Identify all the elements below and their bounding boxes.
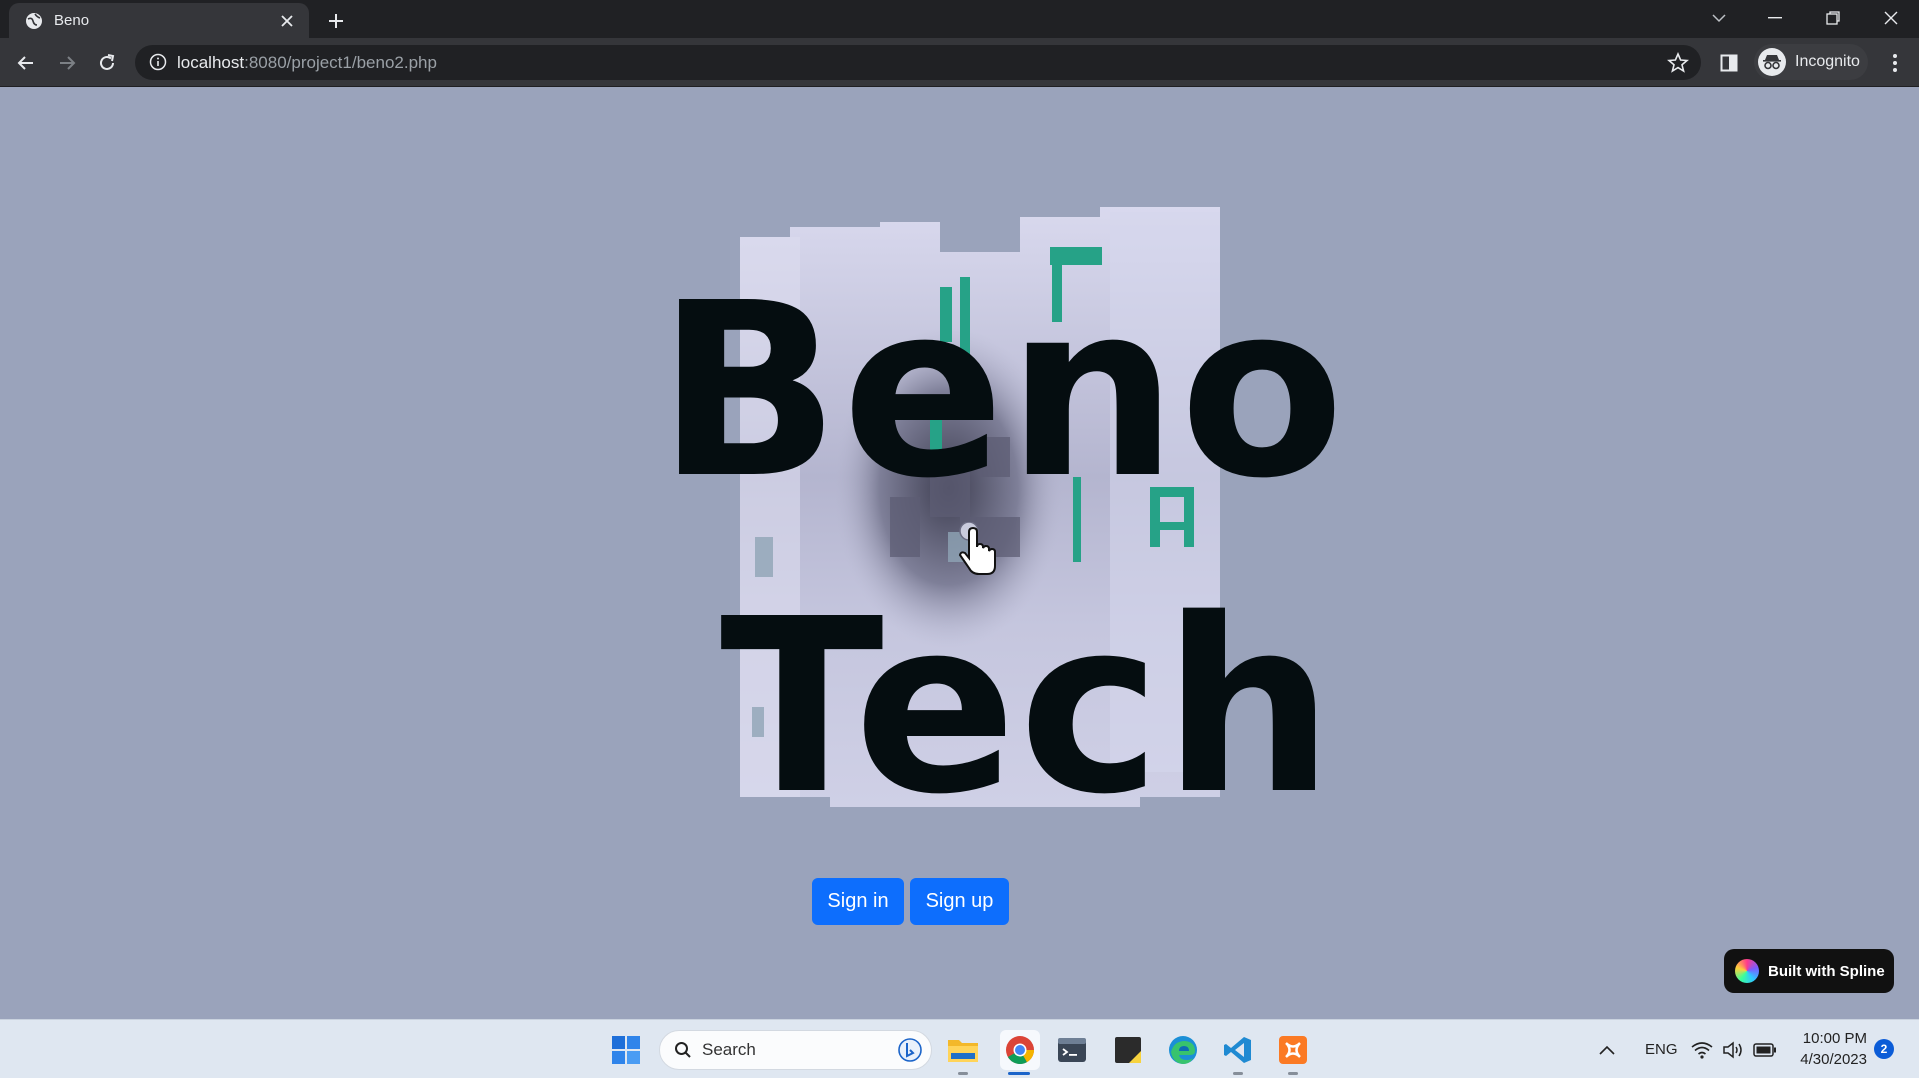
show-hidden-icons-icon[interactable] [1592, 1032, 1622, 1068]
battery-icon[interactable] [1750, 1032, 1780, 1068]
sign-in-button[interactable]: Sign in [812, 878, 904, 925]
forward-icon[interactable] [52, 48, 82, 78]
restore-icon[interactable] [1808, 0, 1858, 36]
sign-up-button[interactable]: Sign up [910, 878, 1009, 925]
start-icon[interactable] [608, 1032, 644, 1068]
page-viewport: Beno Tech Sign in Sign up Built with Spl… [0, 87, 1919, 1019]
edge-icon[interactable] [1165, 1032, 1201, 1068]
hero-title-line1: Beno [657, 251, 1347, 531]
wifi-icon[interactable] [1688, 1032, 1716, 1068]
built-with-spline-badge[interactable]: Built with Spline [1724, 949, 1894, 993]
address-bar[interactable]: localhost:8080/project1/beno2.php [135, 45, 1701, 80]
url-host: localhost [177, 53, 245, 72]
url-path: :8080/project1/beno2.php [244, 53, 437, 72]
active-indicator [1008, 1072, 1030, 1075]
hand-cursor-icon [958, 522, 996, 575]
windows-taskbar: Search ENG 10:00 PM 4/30/2023 2 [0, 1019, 1919, 1078]
incognito-profile[interactable]: Incognito [1754, 44, 1868, 80]
tab-search-icon[interactable] [1694, 0, 1744, 36]
spline-logo-icon [1735, 959, 1759, 983]
incognito-icon [1758, 48, 1786, 76]
sticky-notes-icon[interactable] [1110, 1032, 1146, 1068]
running-indicator [958, 1072, 968, 1075]
browser-toolbar: localhost:8080/project1/beno2.php Incogn… [0, 38, 1919, 87]
site-info-icon[interactable] [149, 53, 167, 71]
search-icon [675, 1042, 691, 1058]
clock-date[interactable]: 4/30/2023 [1790, 1051, 1867, 1068]
running-indicator [1288, 1072, 1298, 1075]
taskbar-search[interactable]: Search [659, 1030, 932, 1070]
browser-tab[interactable]: Beno [9, 3, 309, 38]
close-window-icon[interactable] [1866, 0, 1916, 36]
back-icon[interactable] [11, 48, 41, 78]
new-tab-button[interactable] [322, 7, 350, 35]
globe-icon [24, 11, 44, 31]
language-indicator[interactable]: ENG [1645, 1041, 1678, 1058]
url-text: localhost:8080/project1/beno2.php [177, 53, 437, 73]
incognito-label: Incognito [1795, 53, 1860, 70]
hero-title-line2: Tech [720, 567, 1336, 847]
notification-badge[interactable]: 2 [1874, 1039, 1894, 1059]
vscode-icon[interactable] [1220, 1032, 1256, 1068]
xampp-icon[interactable] [1275, 1032, 1311, 1068]
close-tab-icon[interactable] [275, 9, 299, 33]
reload-icon[interactable] [92, 48, 122, 78]
side-panel-icon[interactable] [1714, 48, 1744, 78]
chrome-icon[interactable] [1000, 1030, 1040, 1070]
clock-time[interactable]: 10:00 PM [1795, 1030, 1867, 1047]
taskbar-search-label: Search [702, 1040, 756, 1059]
spline-badge-label: Built with Spline [1768, 962, 1885, 980]
terminal-icon[interactable] [1054, 1032, 1090, 1068]
running-indicator [1233, 1072, 1243, 1075]
bing-icon[interactable] [897, 1037, 923, 1063]
tab-strip: Beno [0, 0, 1919, 38]
file-explorer-icon[interactable] [945, 1032, 981, 1068]
minimize-icon[interactable] [1750, 0, 1800, 36]
menu-dots-icon[interactable] [1880, 48, 1910, 78]
volume-icon[interactable] [1719, 1032, 1747, 1068]
tab-title: Beno [54, 12, 90, 29]
bookmark-star-icon[interactable] [1667, 52, 1689, 74]
